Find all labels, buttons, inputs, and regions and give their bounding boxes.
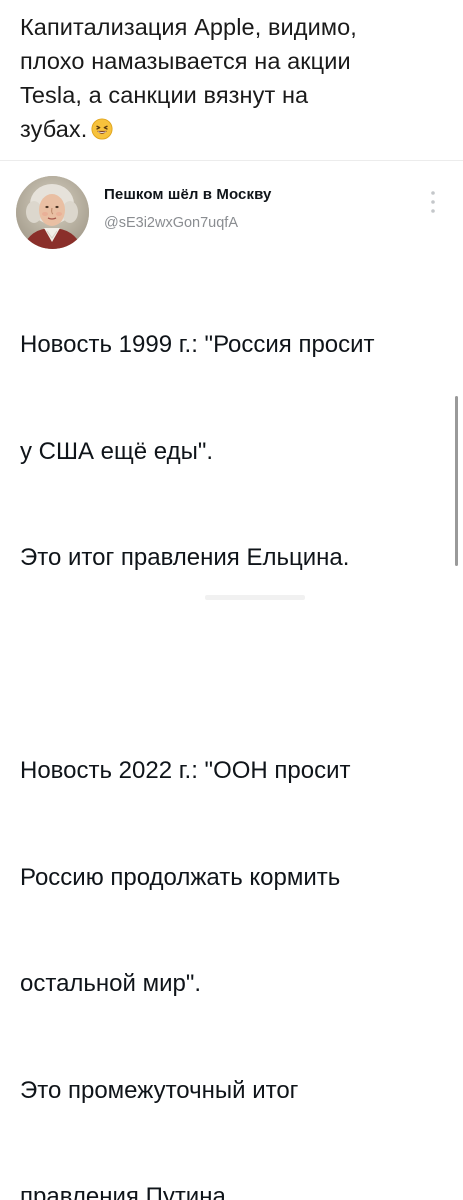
tweet-line: Россию продолжать кормить <box>20 863 341 891</box>
tweet-line: Это итог правления Ельцина. <box>20 544 350 571</box>
divider <box>0 160 463 161</box>
tweet-line: правления Путина. <box>20 1183 233 1200</box>
author-name[interactable]: Пешком шёл в Москву <box>104 186 272 203</box>
tweet-line: Новость 1999 г.: "Россия просит <box>20 331 375 358</box>
caption-line-3: Tesla, а санкции вязнут на <box>20 82 309 108</box>
post-caption: Капитализация Apple, видимо, плохо намаз… <box>20 10 445 146</box>
caption-line-4: зубах. <box>20 116 88 142</box>
tweet-line: остальной мир". <box>20 970 202 997</box>
caption-line-2: плохо намазывается на акции <box>20 48 351 74</box>
portrait-avatar <box>16 176 89 249</box>
tweet-line: Это промежуточный итог <box>20 1076 299 1104</box>
author-handle[interactable]: @sE3i2wxGon7uqfA <box>104 215 238 231</box>
vertical-dots-icon[interactable] <box>428 189 438 215</box>
scrollbar[interactable] <box>455 396 458 566</box>
tweet-line: у США ещё еды". <box>20 437 214 465</box>
tweet-line: Новость 2022 г.: "ООН просит <box>20 757 351 784</box>
bottom-edge-strip <box>205 595 305 600</box>
avatar[interactable] <box>16 176 89 249</box>
caption-line-1: Капитализация Apple, видимо, <box>20 14 357 40</box>
tweet-text: Новость 1999 г.: "Россия просит у США ещ… <box>20 256 450 1200</box>
grinning-squinting-face-icon <box>91 118 113 140</box>
